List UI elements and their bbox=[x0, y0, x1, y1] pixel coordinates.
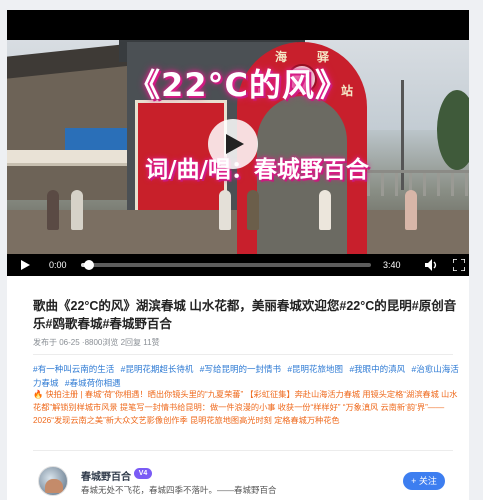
video-title-overlay: 《22°C的风》 bbox=[127, 66, 349, 104]
video-player[interactable]: 海 驿 山 站 《22°C的风》 词/曲/唱：春城野百合 0:00 3:40 bbox=[7, 10, 469, 276]
tag-list: #有一种叫云南的生活 #昆明花期超长待机 #写给昆明的一封情书 #昆明花旅地图 … bbox=[33, 362, 463, 390]
post-title: 歌曲《22°C的风》湖滨春城 山水花都，美丽春城欢迎您#22°C的昆明#原创音乐… bbox=[33, 299, 457, 331]
current-time: 0:00 bbox=[49, 260, 67, 270]
author-name[interactable]: 春城野百合 bbox=[81, 468, 131, 483]
video-subtitle-overlay: 词/曲/唱：春城野百合 bbox=[145, 157, 369, 183]
post-description: 🔥 快拍注册 | 春城“荷”你相遇！晒出你镜头里的“九夏荣蕃” 【彩虹征集】奔赴… bbox=[33, 390, 458, 425]
topic-tag[interactable]: #有一种叫云南的生活 bbox=[33, 364, 114, 374]
topic-tag[interactable]: #我眼中的滇风 bbox=[349, 364, 405, 374]
fullscreen-icon[interactable] bbox=[453, 259, 465, 271]
topic-tag[interactable]: #昆明花期超长待机 bbox=[121, 364, 194, 374]
divider bbox=[33, 354, 453, 355]
duration: 3:40 bbox=[383, 260, 401, 270]
video-controls: 0:00 3:40 bbox=[7, 254, 469, 276]
topic-tag[interactable]: #写给昆明的一封情书 bbox=[200, 364, 281, 374]
seek-bar[interactable] bbox=[81, 260, 371, 270]
play-icon[interactable] bbox=[19, 259, 31, 271]
video-top-bar bbox=[7, 10, 469, 40]
post-card: 海 驿 山 站 《22°C的风》 词/曲/唱：春城野百合 0:00 3:40 歌… bbox=[7, 10, 469, 500]
avatar[interactable] bbox=[38, 466, 68, 496]
volume-icon[interactable] bbox=[425, 259, 439, 271]
play-icon bbox=[226, 134, 244, 154]
level-badge: V4 bbox=[134, 468, 152, 479]
divider bbox=[33, 450, 453, 451]
seek-handle[interactable] bbox=[84, 260, 94, 270]
big-play-button[interactable] bbox=[208, 119, 258, 169]
author-bio: 春城无处不飞花，春城四季不落叶。——春城野百合 bbox=[81, 485, 277, 495]
follow-button[interactable]: + 关注 bbox=[403, 472, 445, 490]
post-meta: 发布于 06-25 ·8800浏览 2回复 11赞 bbox=[33, 338, 160, 347]
topic-tag[interactable]: #昆明花旅地图 bbox=[287, 364, 343, 374]
topic-tag[interactable]: #春城荷你相遇 bbox=[65, 378, 121, 388]
